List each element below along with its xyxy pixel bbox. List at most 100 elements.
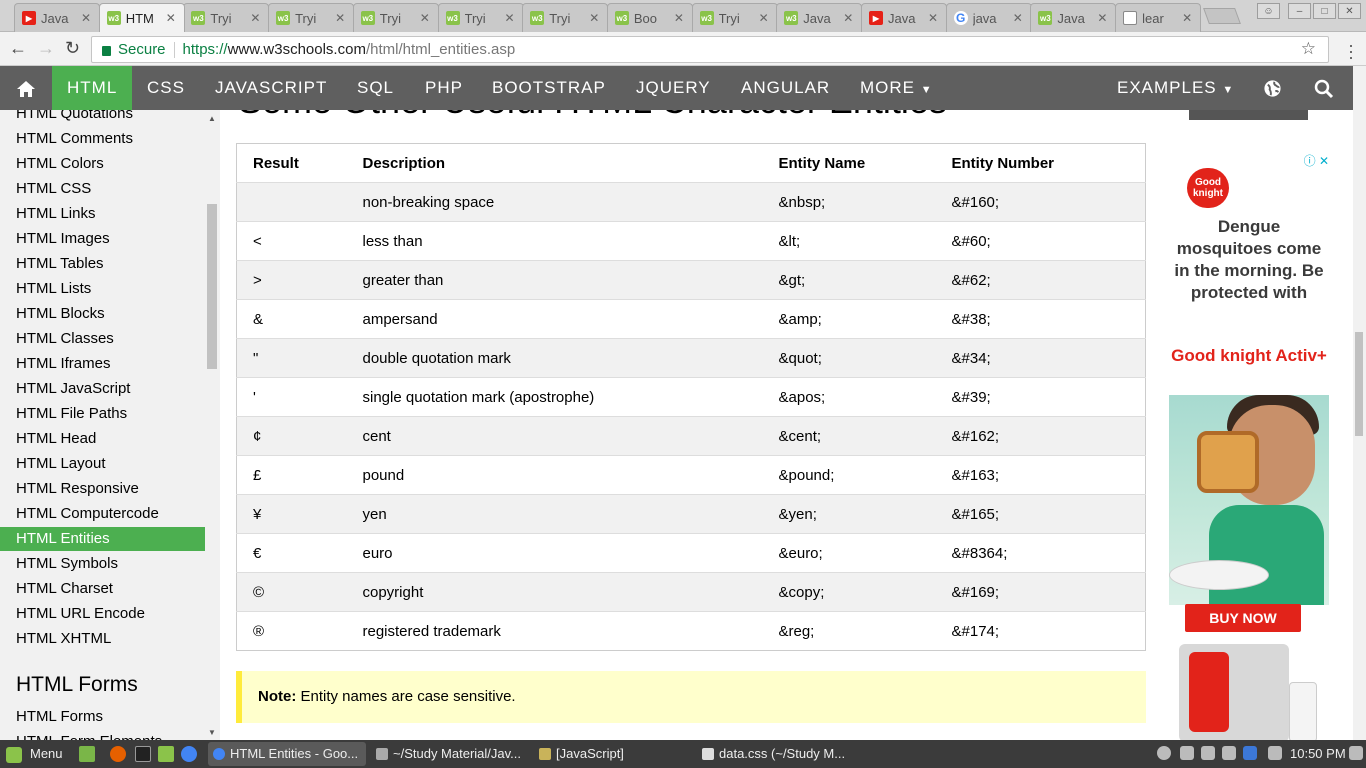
sidebar-item-html-javascript[interactable]: HTML JavaScript: [0, 377, 205, 401]
scroll-down-icon[interactable]: ▼: [208, 728, 216, 737]
sidebar-item-html-head[interactable]: HTML Head: [0, 427, 205, 451]
shield-icon[interactable]: [1243, 746, 1257, 760]
battery-icon[interactable]: [1222, 746, 1236, 760]
sidebar-item-html-form-elements[interactable]: HTML Form Elements: [0, 730, 205, 740]
page-scroll-thumb[interactable]: [1355, 332, 1363, 436]
close-tab-icon[interactable]: ✕: [335, 11, 349, 25]
clock[interactable]: 10:50 PM: [1290, 742, 1346, 766]
close-tab-icon[interactable]: ✕: [1182, 11, 1196, 25]
forward-arrow-icon[interactable]: →: [37, 38, 55, 59]
taskbar-window-folder[interactable]: [JavaScript]: [534, 742, 692, 766]
globe-icon[interactable]: [1263, 66, 1282, 110]
advertisement[interactable]: ⓘ ✕ Good knight Dengue mosquitoes come in…: [1169, 152, 1329, 740]
power-icon[interactable]: [1349, 746, 1363, 760]
sidebar-item-html-images[interactable]: HTML Images: [0, 227, 205, 251]
close-window-button[interactable]: ✕: [1338, 3, 1361, 19]
scroll-up-icon[interactable]: ▲: [208, 114, 216, 123]
browser-tab[interactable]: w3 HTM ✕: [98, 3, 185, 32]
sidebar-item-html-file-paths[interactable]: HTML File Paths: [0, 402, 205, 426]
sidebar-item-html-tables[interactable]: HTML Tables: [0, 252, 205, 276]
browser-tab[interactable]: w3 Tryi ✕: [268, 3, 355, 32]
minimize-button[interactable]: –: [1288, 3, 1311, 19]
maximize-button[interactable]: □: [1313, 3, 1336, 19]
url-input[interactable]: Secure https:// www.w3schools.com /html/…: [91, 36, 1329, 63]
volume-icon[interactable]: [1201, 746, 1215, 760]
browser-tab[interactable]: w3 Tryi ✕: [352, 3, 439, 32]
nav-css[interactable]: CSS: [147, 66, 185, 110]
close-tab-icon[interactable]: ✕: [250, 11, 264, 25]
browser-tab[interactable]: lear ✕: [1115, 3, 1202, 32]
browser-tab[interactable]: ▶ Java ✕: [861, 3, 947, 32]
nav-sql[interactable]: SQL: [357, 66, 394, 110]
browser-tab[interactable]: w3 Tryi ✕: [183, 3, 270, 32]
close-tab-icon[interactable]: ✕: [166, 11, 180, 25]
sidebar-item-html-classes[interactable]: HTML Classes: [0, 327, 205, 351]
bookmark-star-icon[interactable]: ☆: [1301, 39, 1316, 59]
reload-icon[interactable]: ↻: [65, 38, 80, 59]
sidebar-item-html-entities[interactable]: HTML Entities: [0, 527, 205, 551]
user-profile-icon[interactable]: ☺: [1257, 3, 1280, 19]
heading-button[interactable]: [1189, 110, 1308, 120]
firefox-icon[interactable]: [110, 746, 126, 762]
sidebar-item-html-lists[interactable]: HTML Lists: [0, 277, 205, 301]
files-icon[interactable]: [158, 746, 174, 762]
ad-buy-now-button[interactable]: BUY NOW: [1185, 604, 1301, 632]
sidebar-item-html-computercode[interactable]: HTML Computercode: [0, 502, 205, 526]
close-tab-icon[interactable]: ✕: [843, 11, 857, 25]
terminal-icon[interactable]: [135, 746, 151, 762]
browser-tab[interactable]: w3 Tryi ✕: [691, 3, 778, 32]
browser-menu-icon[interactable]: ...: [1341, 32, 1361, 62]
close-tab-icon[interactable]: ✕: [759, 11, 773, 25]
nav-jquery[interactable]: JQUERY: [636, 66, 711, 110]
sidebar-item-html-forms[interactable]: HTML Forms: [0, 705, 205, 729]
close-tab-icon[interactable]: ✕: [1097, 11, 1111, 25]
sidebar-item-html-symbols[interactable]: HTML Symbols: [0, 552, 205, 576]
ad-info-icon[interactable]: ⓘ ✕: [1304, 152, 1329, 169]
browser-tab[interactable]: ▶ Java ✕: [14, 3, 100, 32]
browser-tab[interactable]: Gjava ✕: [945, 3, 1032, 32]
back-arrow-icon[interactable]: ←: [9, 38, 27, 59]
close-tab-icon[interactable]: ✕: [1013, 11, 1027, 25]
browser-tab[interactable]: w3 Java ✕: [776, 3, 863, 32]
nav-angular[interactable]: ANGULAR: [741, 66, 830, 110]
wifi-icon[interactable]: [1180, 746, 1194, 760]
browser-tab[interactable]: w3 Java ✕: [1030, 3, 1117, 32]
sidebar-item-html-blocks[interactable]: HTML Blocks: [0, 302, 205, 326]
browser-tab[interactable]: w3 Boo ✕: [606, 3, 693, 32]
user-icon[interactable]: [1157, 746, 1171, 760]
sidebar-item-html-css[interactable]: HTML CSS: [0, 177, 205, 201]
taskbar-window-editor[interactable]: ~/Study Material/Jav...: [371, 742, 529, 766]
new-tab-button[interactable]: [1203, 8, 1241, 24]
browser-tab[interactable]: w3 Tryi ✕: [437, 3, 524, 32]
nav-bootstrap[interactable]: BOOTSTRAP: [492, 66, 606, 110]
sidebar-item-html-links[interactable]: HTML Links: [0, 202, 205, 226]
sidebar-item-html-responsive[interactable]: HTML Responsive: [0, 477, 205, 501]
sidebar-item-html-url-encode[interactable]: HTML URL Encode: [0, 602, 205, 626]
nav-javascript[interactable]: JAVASCRIPT: [215, 66, 327, 110]
sidebar-item-html-quotations[interactable]: HTML Quotations: [0, 110, 205, 126]
taskbar-window-chrome[interactable]: HTML Entities - Goo...: [208, 742, 366, 766]
browser-tab[interactable]: w3 Tryi ✕: [522, 3, 609, 32]
sidebar-scroll-thumb[interactable]: [207, 204, 217, 369]
sidebar-item-html-layout[interactable]: HTML Layout: [0, 452, 205, 476]
nav-more[interactable]: MORE ▼: [860, 66, 933, 110]
start-menu-button[interactable]: Menu: [6, 742, 63, 766]
taskbar-window-css[interactable]: data.css (~/Study M...: [697, 742, 855, 766]
close-tab-icon[interactable]: ✕: [505, 11, 519, 25]
sidebar-item-html-colors[interactable]: HTML Colors: [0, 152, 205, 176]
nav-html[interactable]: HTML: [52, 66, 133, 110]
close-tab-icon[interactable]: ✕: [674, 11, 688, 25]
chrome-icon[interactable]: [181, 746, 197, 762]
close-tab-icon[interactable]: ✕: [420, 11, 434, 25]
sidebar-item-html-comments[interactable]: HTML Comments: [0, 127, 205, 151]
close-tab-icon[interactable]: ✕: [81, 11, 95, 25]
nav-examples[interactable]: EXAMPLES ▼: [1117, 66, 1234, 110]
home-icon[interactable]: [0, 66, 52, 110]
bluetooth-icon[interactable]: [1268, 746, 1282, 760]
close-tab-icon[interactable]: ✕: [928, 11, 942, 25]
search-icon[interactable]: [1314, 66, 1334, 110]
show-desktop-icon[interactable]: [79, 746, 95, 762]
sidebar-item-html-iframes[interactable]: HTML Iframes: [0, 352, 205, 376]
nav-php[interactable]: PHP: [425, 66, 463, 110]
sidebar-item-html-charset[interactable]: HTML Charset: [0, 577, 205, 601]
